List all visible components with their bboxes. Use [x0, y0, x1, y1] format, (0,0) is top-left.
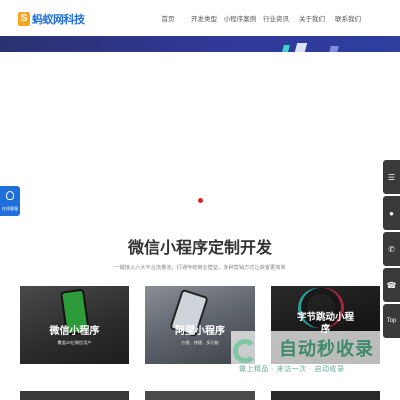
section-subtitle: 一键接入六大平台流量池，打通传统商业壁垒，多种营销方式让获客更简单	[114, 265, 286, 271]
watermark-logo-icon	[233, 339, 257, 363]
logo[interactable]: S 蚂蚁网科技	[18, 11, 85, 27]
headset-icon	[6, 191, 14, 200]
banner-decoration	[294, 43, 308, 52]
back-to-top-button[interactable]: Top	[383, 304, 400, 338]
watermark-overlay: 自动秒收录 做上精品 · 来访一次 · 自动收录	[231, 331, 381, 377]
brand-name: 蚂蚁网科技	[32, 14, 85, 26]
section-title: 微信小程序定制开发	[127, 240, 272, 257]
left-service-label: 在线客服	[2, 206, 18, 211]
main-nav: 首页 开发类型 小程序案例 行业资讯 关于我们 联系我们	[150, 13, 366, 23]
hero-banner[interactable]	[0, 36, 400, 52]
logo-mark-icon: S	[18, 12, 30, 26]
banner-decoration	[329, 46, 339, 52]
qq-icon: ●	[389, 208, 394, 218]
nav-item-dev-types[interactable]: 开发类型	[186, 13, 222, 23]
service-card-wechat[interactable]: 微信小程序 覆盖10亿微信用户	[20, 286, 129, 364]
chat-icon: ☰	[387, 172, 396, 182]
back-to-top-label: Top	[386, 318, 397, 324]
qq-button[interactable]: ●	[383, 196, 400, 230]
right-service-button[interactable]: ☰	[383, 160, 400, 194]
nav-item-about[interactable]: 关于我们	[294, 13, 330, 23]
watermark-subtitle: 做上精品 · 来访一次 · 自动收录	[239, 366, 345, 373]
watermark-title: 自动秒收录	[279, 339, 374, 359]
card-desc: 覆盖10亿微信用户	[57, 340, 92, 345]
site-header: S 蚂蚁网科技 首页 开发类型 小程序案例 行业资讯 关于我们 联系我们	[0, 0, 400, 36]
nav-item-news[interactable]: 行业资讯	[258, 13, 294, 23]
nav-item-contact[interactable]: 联系我们	[330, 13, 366, 23]
card-title: 微信小程序	[49, 326, 100, 337]
service-card-partial[interactable]	[20, 391, 129, 400]
slider-pagination-dot[interactable]	[198, 198, 203, 203]
nav-item-cases[interactable]: 小程序案例	[222, 13, 258, 23]
service-card-partial[interactable]	[271, 391, 380, 400]
wechat-icon: ☎	[386, 280, 397, 290]
nav-item-home[interactable]: 首页	[150, 13, 186, 23]
left-online-service[interactable]: 在线客服	[0, 186, 20, 216]
wechat-button[interactable]: ☎	[383, 268, 400, 302]
banner-decoration	[282, 45, 290, 52]
service-card-partial[interactable]	[145, 391, 255, 400]
